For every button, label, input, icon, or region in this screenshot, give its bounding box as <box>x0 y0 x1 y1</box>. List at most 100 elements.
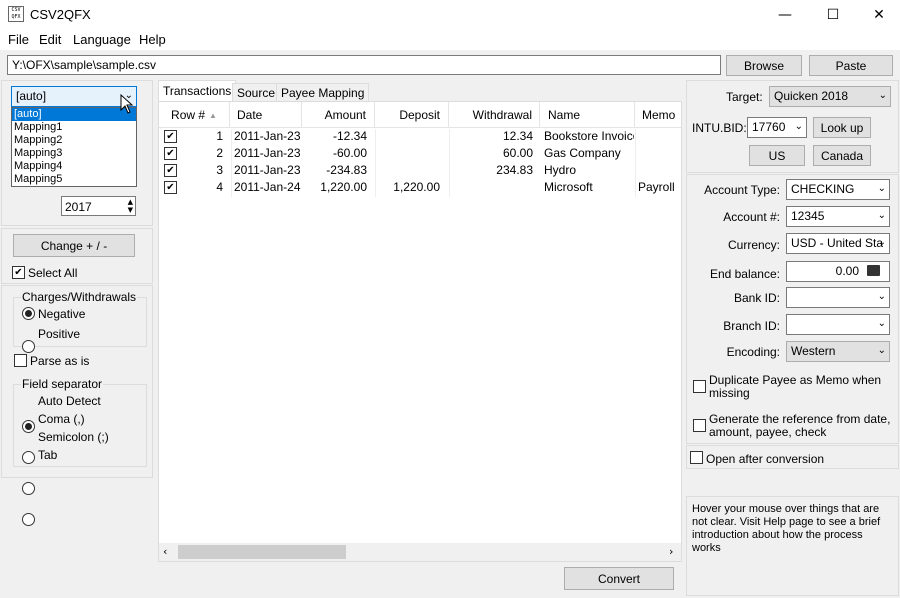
col-row-label: Row # <box>171 108 206 122</box>
us-button[interactable]: US <box>749 145 805 166</box>
row-checkbox[interactable]: ✔ <box>164 181 177 194</box>
coma-radio[interactable] <box>22 451 35 464</box>
menu-edit[interactable]: Edit <box>39 32 61 47</box>
table-row[interactable]: ✔ 4 2011-Jan-24 1,220.00 1,220.00 Micros… <box>159 180 681 197</box>
negative-label: Negative <box>38 307 86 321</box>
row-checkbox[interactable]: ✔ <box>164 164 177 177</box>
target-combo-value: Quicken 2018 <box>774 89 849 103</box>
menu-language[interactable]: Language <box>73 32 131 47</box>
scroll-left-icon[interactable]: ‹ <box>163 545 167 558</box>
intu-bid-value: 17760 <box>752 120 786 134</box>
col-date[interactable]: Date <box>231 102 302 128</box>
canada-button[interactable]: Canada <box>813 145 871 166</box>
change-sign-button[interactable]: Change + / - <box>13 234 135 257</box>
col-deposit[interactable]: Deposit <box>376 102 449 128</box>
row-number: 3 <box>216 163 223 177</box>
scroll-right-icon[interactable]: › <box>669 545 673 558</box>
semicolon-radio[interactable] <box>22 482 35 495</box>
row-amount: 1,220.00 <box>320 180 367 194</box>
bank-id-combo[interactable]: ⌄ <box>786 287 890 308</box>
branch-id-combo[interactable]: ⌄ <box>786 314 890 335</box>
chevron-down-icon: ⌄ <box>794 121 803 132</box>
spin-arrows-icon[interactable]: ▲ ▼ <box>128 198 133 214</box>
mapping-option-5[interactable]: Mapping5 <box>12 173 136 186</box>
chevron-down-icon: ⌄ <box>878 90 887 101</box>
separator-title: Field separator <box>21 377 104 391</box>
table-row[interactable]: ✔ 1 2011-Jan-23 -12.34 12.34 Bookstore I… <box>159 129 681 146</box>
open-after-conversion-checkbox[interactable] <box>690 451 703 464</box>
mapping-option-2[interactable]: Mapping2 <box>12 134 136 147</box>
year-value: 2017 <box>65 200 92 214</box>
duplicate-payee-checkbox[interactable] <box>693 380 706 393</box>
intu-bid-combo[interactable]: 17760 ⌄ <box>747 117 807 138</box>
row-checkbox[interactable]: ✔ <box>164 147 177 160</box>
maximize-button[interactable]: ☐ <box>810 0 856 30</box>
close-button[interactable]: ✕ <box>856 0 900 30</box>
parse-as-is-checkbox[interactable] <box>14 354 27 367</box>
intu-bid-label: INTU.BID: <box>692 121 747 135</box>
col-divider <box>449 129 450 197</box>
encoding-combo[interactable]: Western ⌄ <box>786 341 890 362</box>
select-all-checkbox[interactable]: ✔ <box>12 266 25 279</box>
positive-label: Positive <box>38 327 81 341</box>
positive-radio[interactable] <box>22 340 35 353</box>
title-bar: CSV QFX CSV2QFX — ☐ ✕ <box>0 0 900 30</box>
currency-combo[interactable]: USD - United Sta ⌄ <box>786 233 890 254</box>
mapping-option-auto[interactable]: [auto] <box>12 108 136 121</box>
encoding-value: Western <box>791 344 836 358</box>
tab-source[interactable]: Source <box>232 83 281 101</box>
mapping-combo[interactable]: [auto] ⌄ <box>11 86 137 107</box>
mapping-option-3[interactable]: Mapping3 <box>12 147 136 160</box>
col-row[interactable]: Row # ▲ <box>159 102 230 128</box>
sort-up-icon: ▲ <box>209 110 217 120</box>
col-withdrawal[interactable]: Withdrawal <box>450 102 540 128</box>
row-amount: -12.34 <box>332 129 367 143</box>
col-amount[interactable]: Amount <box>303 102 375 128</box>
col-name[interactable]: Name <box>541 102 635 128</box>
mapping-dropdown: [auto] Mapping1 Mapping2 Mapping3 Mappin… <box>11 107 137 187</box>
chevron-down-icon: ⌄ <box>877 237 886 248</box>
open-after-conversion-label: Open after conversion <box>706 452 825 466</box>
paste-button[interactable]: Paste <box>809 55 893 76</box>
app-icon: CSV QFX <box>8 6 24 22</box>
auto-detect-radio[interactable] <box>22 420 35 433</box>
bank-id-label: Bank ID: <box>733 291 780 305</box>
calculator-icon[interactable] <box>867 265 880 276</box>
account-type-combo[interactable]: CHECKING ⌄ <box>786 179 890 200</box>
horizontal-scrollbar[interactable]: ‹ › <box>159 543 681 561</box>
row-date: 2011-Jan-23 <box>234 163 301 177</box>
generate-reference-checkbox[interactable] <box>693 419 706 432</box>
mapping-option-4[interactable]: Mapping4 <box>12 160 136 173</box>
chevron-down-icon: ⌄ <box>877 183 886 194</box>
row-date: 2011-Jan-24 <box>234 180 301 194</box>
negative-radio[interactable] <box>22 307 35 320</box>
file-path-input[interactable]: Y:\OFX\sample\sample.csv <box>7 55 721 75</box>
tab-payee-mapping[interactable]: Payee Mapping <box>276 83 370 101</box>
browse-button[interactable]: Browse <box>726 55 802 76</box>
tab-transactions[interactable]: Transactions <box>158 80 237 102</box>
convert-button[interactable]: Convert <box>564 567 674 590</box>
year-spinner[interactable]: 2017 ▲ ▼ <box>61 196 136 216</box>
minimize-button[interactable]: — <box>762 0 808 30</box>
target-combo[interactable]: Quicken 2018 ⌄ <box>769 86 891 107</box>
account-number-value: 12345 <box>791 209 825 223</box>
currency-value: USD - United Sta <box>791 236 884 250</box>
row-name: Gas Company <box>544 146 621 160</box>
tab-radio[interactable] <box>22 513 35 526</box>
menu-file[interactable]: File <box>8 32 29 47</box>
table-row[interactable]: ✔ 3 2011-Jan-23 -234.83 234.83 Hydro <box>159 163 681 180</box>
row-number: 2 <box>216 146 223 160</box>
col-memo[interactable]: Memo <box>636 102 681 128</box>
encoding-label: Encoding: <box>726 345 780 359</box>
menu-help[interactable]: Help <box>139 32 166 47</box>
row-name: Microsoft <box>544 180 593 194</box>
scrollbar-thumb[interactable] <box>178 545 346 559</box>
row-checkbox[interactable]: ✔ <box>164 130 177 143</box>
account-number-combo[interactable]: 12345 ⌄ <box>786 206 890 227</box>
row-amount: -60.00 <box>332 146 367 160</box>
table-row[interactable]: ✔ 2 2011-Jan-23 -60.00 60.00 Gas Company <box>159 146 681 163</box>
chevron-down-icon: ⌄ <box>877 291 886 302</box>
mapping-option-1[interactable]: Mapping1 <box>12 121 136 134</box>
transactions-grid: Row # ▲ Date Amount Deposit Withdrawal Na… <box>158 101 682 562</box>
look-up-button[interactable]: Look up <box>813 117 871 138</box>
